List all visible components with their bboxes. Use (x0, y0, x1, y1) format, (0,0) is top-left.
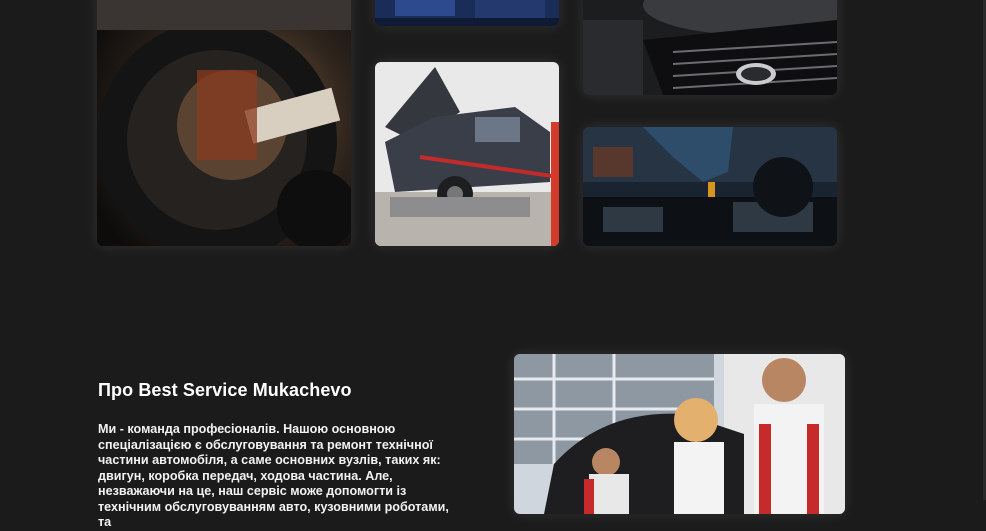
oil-change-photo[interactable] (583, 127, 837, 246)
body-straightening-photo[interactable] (375, 62, 559, 246)
lexus-grille-photo[interactable] (583, 0, 837, 95)
about-text: Ми - команда професіоналів. Нашою основн… (98, 422, 449, 529)
about-title: Про Best Service Mukachevo (98, 380, 352, 400)
mechanics-team-photo[interactable] (514, 354, 845, 514)
engine-top-photo[interactable] (375, 0, 559, 26)
suspension-repair-photo[interactable] (97, 0, 351, 246)
